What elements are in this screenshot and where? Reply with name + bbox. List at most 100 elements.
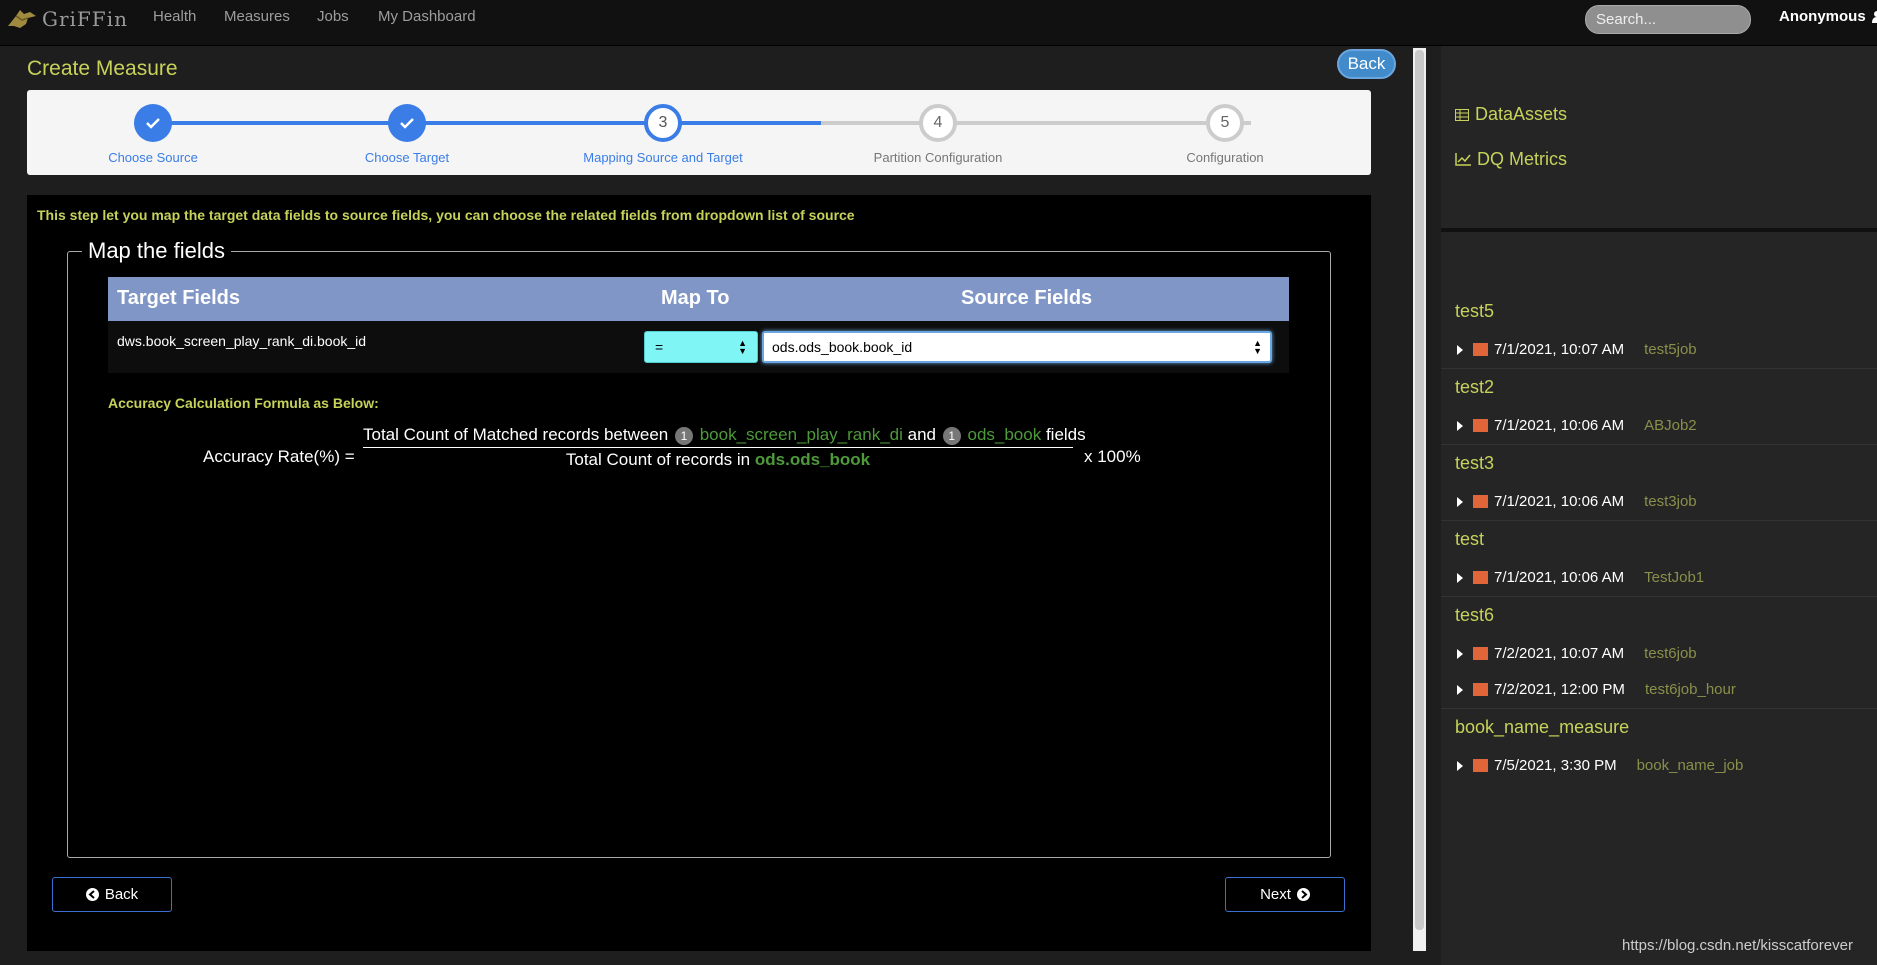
measure-name[interactable]: test3 — [1455, 453, 1494, 474]
measure-name[interactable]: test2 — [1455, 377, 1494, 398]
griffin-logo-icon — [8, 10, 36, 28]
back-button-top[interactable]: Back — [1337, 49, 1396, 79]
back-button[interactable]: Back — [52, 877, 172, 912]
user-menu[interactable]: Anonymous — [1779, 8, 1877, 25]
job-row[interactable]: 7/1/2021, 10:07 AM test5job — [1455, 341, 1697, 358]
job-name: TestJob1 — [1644, 569, 1705, 586]
job-time: 7/1/2021, 10:06 AM — [1494, 493, 1625, 510]
target-field-value: dws.book_screen_play_rank_di.book_id — [117, 333, 367, 349]
area-chart-icon — [1473, 759, 1488, 772]
area-chart-icon — [1473, 683, 1488, 696]
caret-right-icon — [1457, 572, 1463, 583]
step-3-circle[interactable]: 3 — [644, 104, 682, 142]
map-to-value: = — [655, 339, 664, 355]
count-badge: 1 — [942, 426, 961, 445]
step-4-label: Partition Configuration — [873, 150, 1003, 165]
header-source-fields: Source Fields — [961, 287, 1093, 309]
formula-left: Accuracy Rate(%) = — [203, 447, 355, 466]
job-time: 7/2/2021, 10:07 AM — [1494, 645, 1625, 662]
step-4-circle[interactable]: 4 — [919, 104, 957, 142]
progress-line-todo — [821, 121, 1251, 125]
formula-title: Accuracy Calculation Formula as Below: — [108, 395, 379, 411]
area-chart-icon — [1473, 647, 1488, 660]
step-1-check-icon[interactable] — [134, 104, 172, 142]
job-time: 7/5/2021, 3:30 PM — [1494, 757, 1617, 774]
arrow-right-circle-icon — [1296, 888, 1310, 901]
brand-logo[interactable]: GriFFin — [6, 4, 128, 34]
row-divider — [1441, 520, 1877, 521]
caret-right-icon — [1457, 344, 1463, 355]
row-divider — [1441, 368, 1877, 369]
header-map-to: Map To — [661, 287, 730, 309]
job-name: test6job_hour — [1644, 681, 1736, 698]
measure-name[interactable]: test5 — [1455, 301, 1494, 322]
source-field-select[interactable]: ods.ods_book.book_id ▲ ▼ — [762, 331, 1272, 363]
step-2-check-icon[interactable] — [388, 104, 426, 142]
and-text: and — [907, 425, 937, 444]
step-wizard: Choose Source Choose Target 3 Mapping So… — [27, 90, 1371, 175]
back-button-label: Back — [104, 886, 139, 903]
measure-name[interactable]: test — [1455, 529, 1484, 550]
caret-right-icon — [1457, 648, 1463, 659]
formula-fraction: Total Count of Matched records between 1… — [363, 425, 1086, 470]
job-row[interactable]: 7/5/2021, 3:30 PM book_name_job — [1455, 757, 1743, 774]
sidebar-link-dq-metrics[interactable]: DQ Metrics — [1455, 149, 1567, 170]
select-arrows-icon: ▲ ▼ — [738, 338, 747, 356]
scrollbar-thumb[interactable] — [1415, 50, 1424, 930]
source-table-link[interactable]: ods_book — [967, 425, 1041, 444]
measure-name[interactable]: test6 — [1455, 605, 1494, 626]
step-5-circle[interactable]: 5 — [1206, 104, 1244, 142]
area-chart-icon — [1473, 495, 1488, 508]
nav-jobs[interactable]: Jobs — [317, 8, 349, 25]
step-2-label: Choose Target — [364, 150, 450, 165]
area-chart-icon — [1473, 571, 1488, 584]
nav-health[interactable]: Health — [153, 8, 196, 25]
caret-right-icon — [1457, 760, 1463, 771]
formula-denominator: Total Count of records in ods.ods_book — [363, 448, 1073, 470]
main-scrollbar[interactable] — [1413, 48, 1426, 951]
step-3-label: Mapping Source and Target — [583, 150, 743, 165]
mapping-table-header: Target Fields Map To Source Fields — [108, 277, 1289, 321]
job-row[interactable]: 7/1/2021, 10:06 AM ABJob2 — [1455, 417, 1697, 434]
sidebar-link-dataassets[interactable]: DataAssets — [1455, 104, 1567, 125]
measure-name[interactable]: book_name_measure — [1455, 717, 1629, 738]
user-name: Anonymous — [1779, 8, 1866, 25]
row-divider — [1441, 596, 1877, 597]
row-divider — [1441, 708, 1877, 709]
user-icon — [1871, 10, 1877, 23]
job-time: 7/1/2021, 10:06 AM — [1494, 417, 1625, 434]
caret-right-icon — [1457, 496, 1463, 507]
job-row[interactable]: 7/1/2021, 10:06 AM TestJob1 — [1455, 569, 1704, 586]
job-row[interactable]: 7/2/2021, 12:00 PM test6job_hour — [1455, 681, 1736, 698]
job-time: 7/1/2021, 10:07 AM — [1494, 341, 1625, 358]
nav-my-dashboard[interactable]: My Dashboard — [378, 8, 476, 25]
nav-measures[interactable]: Measures — [224, 8, 290, 25]
map-to-select[interactable]: = ▲ ▼ — [644, 331, 758, 363]
step-1-label: Choose Source — [108, 150, 198, 165]
target-table-link[interactable]: book_screen_play_rank_di — [700, 425, 903, 444]
table-row: dws.book_screen_play_rank_di.book_id = ▲… — [108, 321, 1289, 373]
search-input[interactable] — [1585, 5, 1751, 34]
brand-name: GriFFin — [42, 7, 128, 31]
caret-right-icon — [1457, 420, 1463, 431]
line-chart-icon — [1455, 153, 1471, 166]
sidebar-link-label: DataAssets — [1475, 104, 1568, 124]
job-name: test5job — [1644, 341, 1697, 358]
source-field-value: ods.ods_book.book_id — [772, 339, 913, 355]
sidebar-link-label: DQ Metrics — [1477, 149, 1567, 169]
top-navbar: GriFFin Health Measures Jobs My Dashboar… — [0, 0, 1877, 46]
job-time: 7/2/2021, 12:00 PM — [1494, 681, 1625, 698]
right-sidebar: DataAssets DQ Metrics test5 7/1/2021, 10… — [1441, 46, 1877, 965]
table-icon — [1455, 108, 1469, 121]
step-hint: This step let you map the target data fi… — [37, 207, 855, 223]
area-chart-icon — [1473, 419, 1488, 432]
count-badge: 1 — [674, 426, 693, 445]
job-row[interactable]: 7/1/2021, 10:06 AM test3job — [1455, 493, 1697, 510]
header-target-fields: Target Fields — [117, 287, 240, 309]
formula-numerator: Total Count of Matched records between 1… — [363, 425, 1086, 448]
denominator-table: ods.ods_book — [754, 450, 871, 469]
fields-text: fields — [1045, 425, 1086, 444]
next-button[interactable]: Next — [1225, 877, 1345, 912]
job-row[interactable]: 7/2/2021, 10:07 AM test6job — [1455, 645, 1697, 662]
map-fields-fieldset: Map the fields Target Fields Map To Sour… — [67, 238, 1331, 858]
